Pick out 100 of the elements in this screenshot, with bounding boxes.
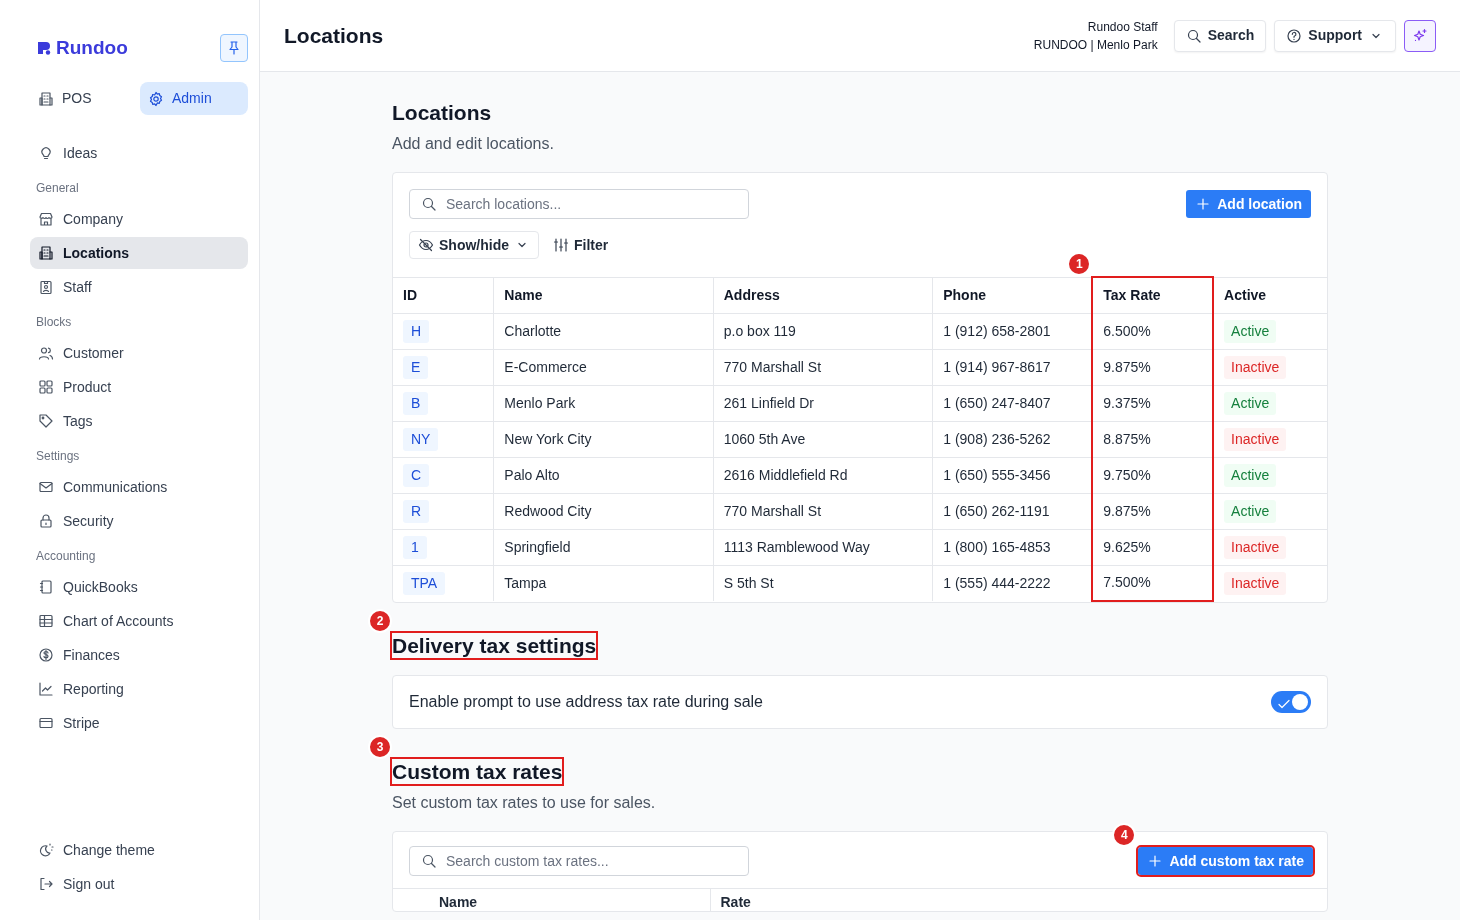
annotation-marker: 2: [368, 609, 392, 633]
lock-icon: [38, 513, 54, 529]
table-cell: 1 (914) 967-8617: [932, 349, 1093, 385]
sidebar-item[interactable]: Tags: [30, 405, 248, 437]
toggle-switch[interactable]: [1271, 691, 1311, 713]
status-tag: Inactive: [1224, 427, 1287, 451]
sidebar-item[interactable]: Chart of Accounts: [30, 605, 248, 637]
table-cell: 770 Marshall St: [713, 349, 933, 385]
table-cell: E-Commerce: [493, 349, 714, 385]
table-cell: 1 (650) 555-3456: [932, 457, 1093, 493]
show-hide-button[interactable]: Show/hide: [409, 231, 539, 259]
filter-button[interactable]: Filter: [547, 234, 615, 256]
sidebar-item[interactable]: Communications: [30, 471, 248, 503]
sparkle-button[interactable]: [1404, 19, 1436, 52]
id-badge-icon: [38, 279, 54, 295]
notebook-icon: [38, 579, 54, 595]
section-heading: Accounting: [35, 548, 97, 565]
mode-tab[interactable]: Admin: [140, 82, 248, 115]
sidebar-item[interactable]: Staff: [30, 271, 248, 303]
tag-icon: [38, 413, 54, 429]
table-cell: 1 (908) 236-5262: [932, 421, 1093, 457]
id-tag: C: [403, 463, 430, 487]
users-icon: [38, 345, 54, 361]
section-heading: Blocks: [35, 314, 73, 331]
sidebar-item[interactable]: Reporting: [30, 673, 248, 705]
table-cell: 9.625%: [1092, 529, 1214, 565]
mode-tab[interactable]: POS: [30, 82, 138, 115]
search-field[interactable]: Search custom tax rates...: [409, 846, 749, 876]
sliders-icon: [553, 237, 569, 253]
search-field[interactable]: Search locations...: [409, 189, 749, 219]
sidebar-item[interactable]: Change theme: [30, 834, 248, 866]
logo-icon: [36, 40, 52, 56]
sparkle-icon: [1412, 27, 1428, 44]
grid-icon: [38, 379, 54, 395]
search-icon: [421, 196, 437, 212]
id-tag: B: [403, 391, 429, 415]
table-cell: 9.875%: [1092, 349, 1214, 385]
annotation-marker: 4: [1112, 823, 1137, 847]
search-button[interactable]: Search: [1173, 19, 1267, 52]
section-title: Delivery tax settings: [392, 633, 597, 659]
sidebar-item[interactable]: Ideas: [30, 137, 248, 169]
table-cell: New York City: [493, 421, 714, 457]
search-icon: [421, 853, 437, 869]
setting-label: Enable prompt to use address tax rate during sale: [409, 692, 763, 712]
annotation-marker: 1: [1067, 252, 1092, 276]
sidebar-item[interactable]: Security: [30, 505, 248, 537]
sidebar-item[interactable]: Sign out: [30, 868, 248, 900]
pin-button[interactable]: [220, 34, 248, 62]
table-cell: Redwood City: [493, 493, 714, 529]
add-custom-tax-rate-button[interactable]: Add custom tax rate: [1138, 847, 1313, 875]
column-header: Address: [713, 277, 933, 313]
id-tag: TPA: [403, 571, 446, 595]
table-cell: 1113 Ramblewood Way: [713, 529, 933, 565]
sidebar-item[interactable]: QuickBooks: [30, 571, 248, 603]
column-header: Name: [393, 888, 710, 911]
sidebar-item[interactable]: Stripe: [30, 707, 248, 739]
sidebar-item[interactable]: Customer: [30, 337, 248, 369]
building-icon: [38, 90, 54, 107]
sidebar-item[interactable]: Product: [30, 371, 248, 403]
user-name: Rundoo Staff: [1086, 18, 1158, 36]
table-cell: Tampa: [493, 565, 714, 601]
status-tag: Inactive: [1224, 571, 1287, 595]
table-cell: 9.875%: [1092, 493, 1214, 529]
support-button[interactable]: Support: [1274, 19, 1396, 52]
pin-icon: [226, 40, 242, 56]
building-icon: [38, 245, 54, 261]
section-heading: Settings: [35, 448, 81, 465]
section-heading: General: [35, 180, 80, 197]
status-tag: Active: [1224, 499, 1277, 523]
sidebar-item[interactable]: Finances: [30, 639, 248, 671]
table-cell: 6.500%: [1092, 313, 1214, 349]
sidebar-item[interactable]: Locations: [30, 237, 248, 269]
id-tag: E: [403, 355, 429, 379]
status-tag: Inactive: [1224, 355, 1287, 379]
theme-icon: [38, 842, 54, 858]
id-tag: H: [403, 319, 430, 343]
table-cell: S 5th St: [713, 565, 933, 601]
table-cell: 9.750%: [1092, 457, 1214, 493]
table-icon: [38, 613, 54, 629]
status-tag: Active: [1224, 391, 1277, 415]
annotation-marker: 3: [368, 735, 392, 759]
eye-off-icon: [418, 237, 434, 253]
column-header: ID: [393, 277, 494, 313]
id-tag: NY: [403, 427, 439, 451]
sidebar-item[interactable]: Company: [30, 203, 248, 235]
table-cell: Springfield: [493, 529, 714, 565]
column-header: Rate: [710, 888, 1327, 911]
logo-text: Rundoo: [56, 35, 128, 60]
column-header: Phone: [932, 277, 1093, 313]
lightbulb-icon: [38, 145, 54, 161]
column-header: Active: [1213, 277, 1327, 313]
mail-icon: [38, 479, 54, 495]
table-cell: 7.500%: [1092, 565, 1214, 601]
column-header: Name: [493, 277, 714, 313]
table-cell: Palo Alto: [493, 457, 714, 493]
table-cell: 770 Marshall St: [713, 493, 933, 529]
add-location-button[interactable]: Add location: [1186, 190, 1311, 218]
sign-out-icon: [38, 876, 54, 892]
table-cell: 261 Linfield Dr: [713, 385, 933, 421]
user-organization: RUNDOO | Menlo Park: [1033, 36, 1158, 54]
